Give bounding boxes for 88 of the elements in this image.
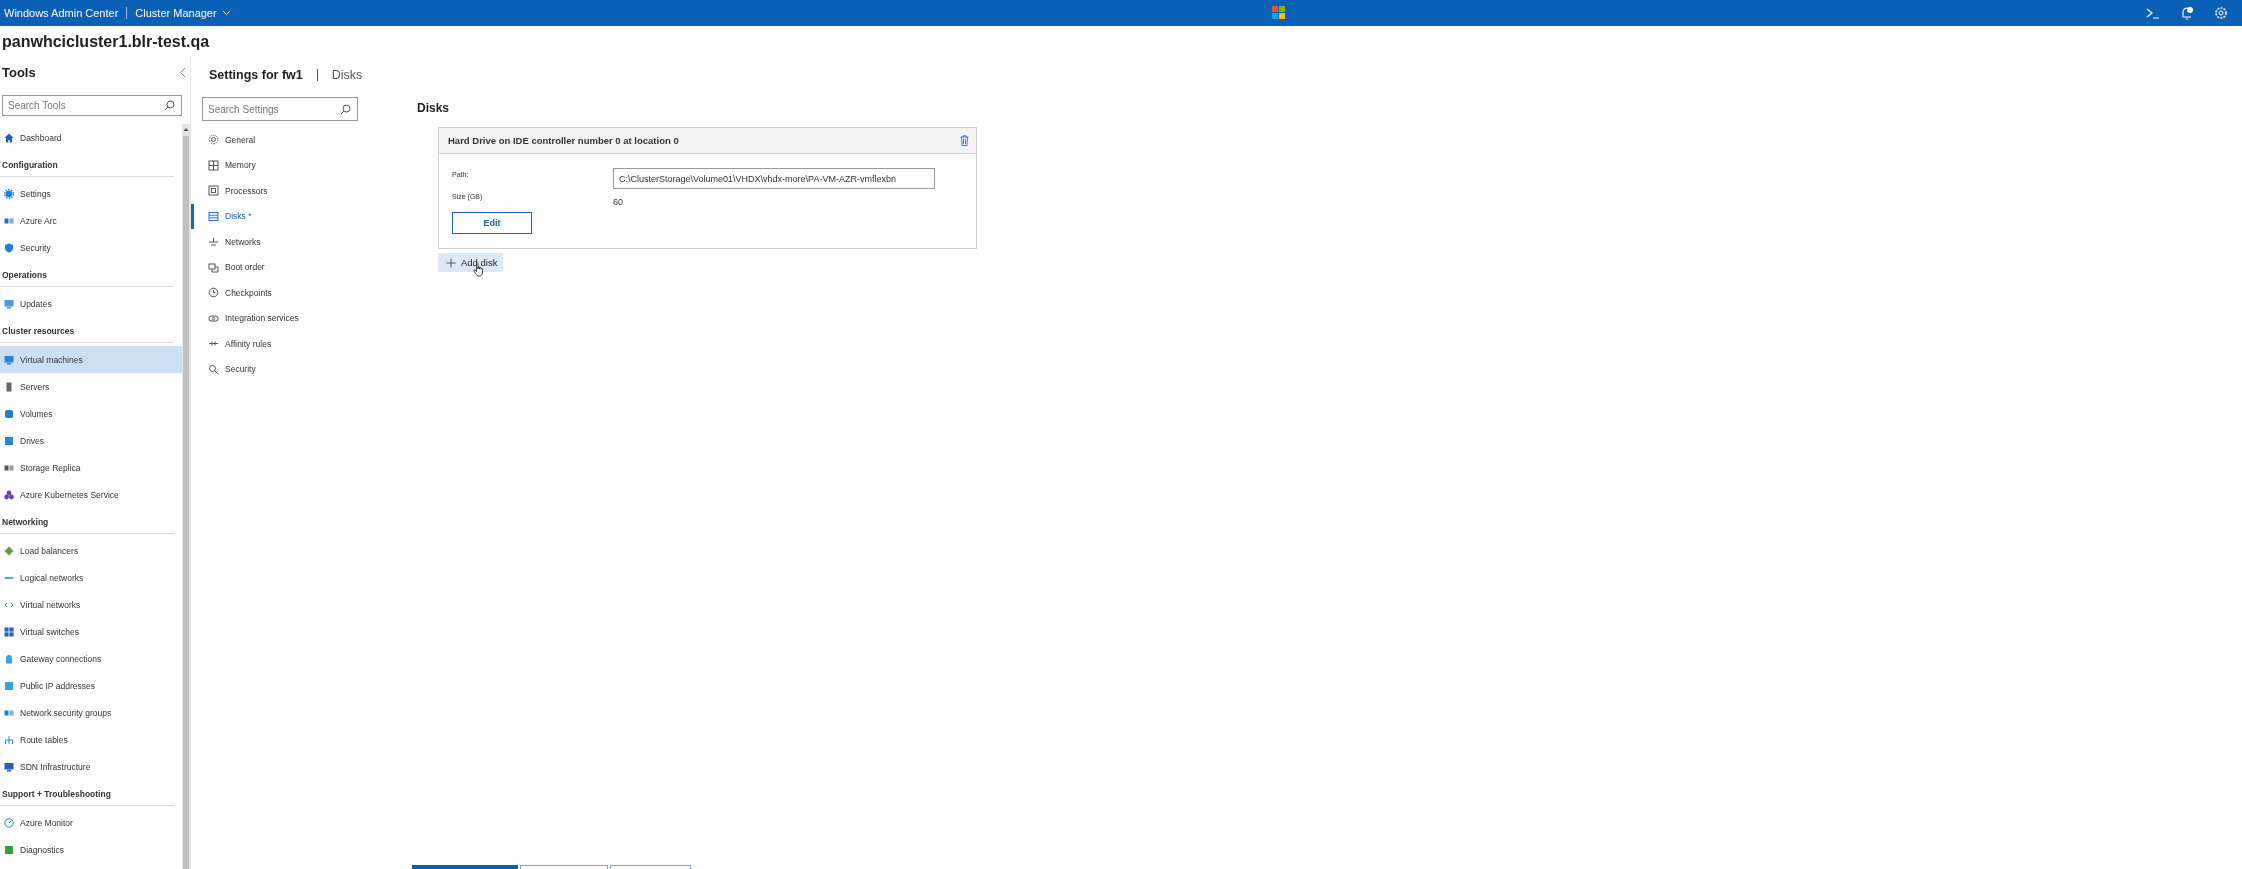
diamond-icon: [4, 545, 14, 556]
network-icon: [208, 236, 219, 248]
scrollbar[interactable]: [182, 124, 190, 869]
page-title: Settings for fw1: [209, 68, 303, 82]
magnifier-icon: [208, 363, 219, 375]
settings-nav-item[interactable]: Processors: [191, 178, 361, 204]
secondary-button[interactable]: [520, 865, 608, 869]
monitor-icon: [4, 354, 14, 365]
house-icon: [4, 132, 14, 143]
tool-item[interactable]: Network security groups: [0, 699, 182, 726]
grid-icon: [4, 626, 14, 637]
tool-item[interactable]: SDN Infrastructure: [0, 753, 182, 780]
chip-icon: [208, 185, 219, 197]
breadcrumb: Disks: [331, 68, 363, 82]
tool-item[interactable]: Updates: [0, 290, 182, 317]
settings-icon[interactable]: [2214, 6, 2228, 20]
search-field[interactable]: Search Settings: [202, 97, 358, 121]
settings-nav-item[interactable]: Disks *: [191, 203, 361, 229]
tool-item[interactable]: Gateway connections: [0, 645, 182, 672]
app-title[interactable]: Windows Admin Center: [4, 7, 119, 19]
chevron-down-icon: [221, 10, 231, 16]
tree-icon: [4, 734, 14, 745]
add-disk-button[interactable]: Add disk: [438, 253, 504, 272]
cluster-icon: [4, 489, 14, 500]
server-icon: [4, 381, 14, 392]
tool-item[interactable]: Virtual networks: [0, 591, 182, 618]
scroll-up-icon[interactable]: [183, 127, 189, 132]
section-heading: Operations: [0, 261, 174, 287]
section-heading: Configuration: [0, 151, 174, 177]
tool-item[interactable]: Dashboard: [0, 124, 182, 151]
clock-icon: [208, 287, 219, 299]
trash-icon[interactable]: [960, 135, 969, 146]
terminal-icon[interactable]: [2146, 7, 2160, 19]
tool-item[interactable]: Azure Monitor: [0, 809, 182, 836]
tool-item[interactable]: Storage Replica: [0, 454, 182, 481]
gear-icon: [208, 134, 219, 146]
tool-item[interactable]: Settings: [0, 180, 182, 207]
tool-item[interactable]: Diagnostics: [0, 836, 182, 863]
list-icon: [208, 210, 219, 222]
monitor-icon: [4, 761, 14, 772]
tool-item[interactable]: Volumes: [0, 400, 182, 427]
scrollbar-thumb[interactable]: [183, 136, 189, 869]
settings-nav-item[interactable]: Networks: [191, 229, 361, 255]
section-heading: Support + Troubleshooting: [0, 780, 174, 806]
tool-item[interactable]: Virtual machines: [0, 346, 182, 373]
four-squares-logo: [1272, 6, 1285, 19]
section-title: Disks: [417, 100, 451, 117]
tool-item[interactable]: Security: [0, 234, 182, 261]
disk-title: Hard Drive on IDE controller number 0 at location 0: [448, 135, 679, 146]
path-field[interactable]: C:\ClusterStorage\Volume01\VHDX\vhdx-more\PA-VM-AZR-vmflexbn: [613, 168, 935, 189]
tools-heading: Tools: [2, 64, 36, 80]
tool-item[interactable]: Logical networks: [0, 564, 182, 591]
settings-nav-item[interactable]: Boot order: [191, 254, 361, 280]
cluster-title: panwhcicluster1.blr-test.qa: [1, 32, 211, 52]
search-icon: [164, 100, 175, 111]
bell-icon[interactable]: [2180, 6, 2194, 20]
tool-item[interactable]: Load balancers: [0, 537, 182, 564]
tool-item[interactable]: Virtual switches: [0, 618, 182, 645]
section-heading: Networking: [0, 508, 174, 534]
settings-nav-item[interactable]: Affinity rules: [191, 331, 361, 357]
grid-icon: [208, 159, 219, 171]
tool-item[interactable]: Public IP addresses: [0, 672, 182, 699]
tool-item[interactable]: Drives: [0, 427, 182, 454]
gauge-icon: [4, 817, 14, 828]
search-field[interactable]: Search Tools: [2, 95, 182, 116]
context-dropdown[interactable]: Cluster Manager: [135, 7, 231, 19]
tool-item[interactable]: Servers: [0, 373, 182, 400]
cylinder-icon: [4, 408, 14, 419]
settings-nav-item[interactable]: Security: [191, 356, 361, 382]
search-input[interactable]: Search Tools: [8, 100, 164, 111]
tool-item[interactable]: Azure Kubernetes Service: [0, 481, 182, 508]
settings-nav-item[interactable]: Integration services: [191, 305, 361, 331]
settings-nav-item[interactable]: Checkpoints: [191, 280, 361, 306]
size-value: 60: [613, 196, 624, 207]
plus-icon: [446, 257, 456, 268]
tool-item[interactable]: Azure Arc: [0, 207, 182, 234]
settings-nav-item[interactable]: General: [191, 127, 361, 153]
edit-button[interactable]: Edit: [452, 212, 532, 234]
section-heading: Cluster resources: [0, 317, 174, 343]
search-input[interactable]: Search Settings: [208, 103, 340, 115]
monitor-icon: [4, 298, 14, 309]
search-icon: [340, 103, 351, 115]
tool-item[interactable]: Route tables: [0, 726, 182, 753]
settings-nav-item[interactable]: Memory: [191, 152, 361, 178]
gear-icon: [4, 188, 14, 199]
secondary-button[interactable]: [610, 865, 691, 869]
collapse-chevron-icon[interactable]: [179, 66, 186, 78]
shield-icon: [4, 242, 14, 253]
